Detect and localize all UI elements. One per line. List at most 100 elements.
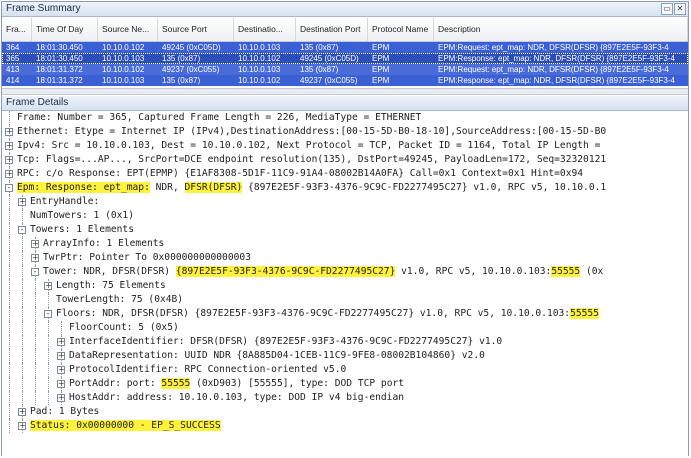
tree-node[interactable]: - Towers: 1 Elements	[2, 223, 688, 237]
collapse-icon[interactable]: -	[5, 184, 13, 192]
tree-node-label: Floors: NDR, DFSR(DFSR) {897E2E5F-93F3-4…	[56, 307, 599, 321]
highlighted-text: Status: 0x00000000 - EP_S_SUCCESS	[30, 420, 221, 431]
expand-icon[interactable]: +	[5, 170, 13, 178]
tree-guide-line	[22, 209, 23, 223]
tree-guide-line	[9, 405, 10, 419]
pane-splitter[interactable]	[2, 88, 688, 95]
tree-guide-line	[48, 363, 49, 377]
table-cell: 414	[6, 76, 20, 85]
tree-node[interactable]: + Ethernet: Etype = Internet IP (IPv4),De…	[2, 125, 688, 139]
tree-node[interactable]: + Tcp: Flags=...AP..., SrcPort=DCE endpoi…	[2, 153, 688, 167]
table-cell: 18:01:31.372	[36, 76, 83, 85]
expand-icon[interactable]: +	[57, 338, 65, 346]
tree-node-text: HostAddr: address: 10.10.0.103, type: DO…	[69, 392, 405, 403]
restore-icon[interactable]: ▭	[661, 3, 673, 15]
expand-icon[interactable]: +	[57, 352, 65, 360]
column-header[interactable]: Description	[434, 18, 688, 41]
table-cell: 413	[6, 65, 20, 74]
tree-guide-line	[22, 335, 23, 349]
tree-guide-line	[9, 265, 10, 279]
tree-guide-line	[9, 195, 10, 209]
tree-node-label: TowerLength: 75 (0x4B)	[56, 293, 183, 307]
tree-node-label: Tcp: Flags=...AP..., SrcPort=DCE endpoin…	[17, 153, 606, 167]
tree-node[interactable]: + ProtocolIdentifier: RPC Connection-orie…	[2, 363, 688, 377]
summary-pane-header: Frame Summary ▭ ✕	[2, 2, 688, 17]
column-header[interactable]: Protocol Name	[368, 18, 434, 41]
tree-node[interactable]: + Ipv4: Src = 10.10.0.103, Dest = 10.10.0…	[2, 139, 688, 153]
column-header[interactable]: Destination Port	[296, 18, 368, 41]
expand-icon[interactable]: +	[57, 366, 65, 374]
tree-guide-line	[9, 363, 10, 377]
expand-icon[interactable]: +	[5, 142, 13, 150]
tree-node[interactable]: - Tower: NDR, DFSR(DFSR) {897E2E5F-93F3-4…	[2, 265, 688, 279]
table-cell: 10.10.0.102	[238, 76, 281, 85]
tree-guide-line	[22, 251, 23, 265]
table-row[interactable]: 364 18:01:30.450 10.10.0.102 49245 (0xC05D)…	[2, 42, 688, 53]
expand-icon[interactable]: +	[18, 422, 26, 430]
tree-node[interactable]: + PortAddr: port: 55555 (0xD903) [55555],…	[2, 377, 688, 391]
tree-node[interactable]: + HostAddr: address: 10.10.0.103, type: D…	[2, 391, 688, 405]
tree-node[interactable]: + EntryHandle:	[2, 195, 688, 209]
tree-node[interactable]: + Length: 75 Elements	[2, 279, 688, 293]
tree-node-label: RPC: c/o Response: EPT(EPMP) {E1AF8308-5…	[17, 167, 583, 181]
tree-guide-line	[22, 391, 23, 405]
table-cell: EPM	[372, 76, 390, 85]
table-row[interactable]: 414 18:01:31.372 10.10.0.103 135 (0x87) 10.1…	[2, 75, 688, 86]
column-header[interactable]: Destinatio...	[234, 18, 296, 41]
close-icon[interactable]: ✕	[674, 3, 686, 15]
tree-node[interactable]: + DataRepresentation: UUID NDR {8A885D04-…	[2, 349, 688, 363]
tree-guide-line	[9, 209, 10, 223]
tree-guide-line	[22, 349, 23, 363]
column-header[interactable]: Time Of Day	[32, 18, 98, 41]
tree-node[interactable]: + RPC: c/o Response: EPT(EPMP) {E1AF8308-…	[2, 167, 688, 181]
tree-node[interactable]: + InterfaceIdentifier: DFSR(DFSR) {897E2E…	[2, 335, 688, 349]
table-row[interactable]: 365 18:01:30.450 10.10.0.103 135 (0x87) 10.1…	[2, 53, 688, 64]
expand-icon[interactable]: +	[44, 282, 52, 290]
table-cell: EPM:Response: ept_map: NDR, DFSR(DFSR) {…	[438, 76, 675, 85]
table-cell: 135 (0x87)	[162, 76, 201, 85]
table-cell: 10.10.0.103	[238, 43, 281, 52]
column-header[interactable]: Source Ne...	[98, 18, 158, 41]
tree-node[interactable]: FloorCount: 5 (0x5)	[2, 321, 688, 335]
highlighted-text: 55555	[161, 378, 191, 389]
expand-icon[interactable]: +	[31, 254, 39, 262]
tree-node[interactable]: + TwrPtr: Pointer To 0x000000000000003	[2, 251, 688, 265]
expand-icon[interactable]: +	[5, 128, 13, 136]
tree-guide-line	[9, 377, 10, 391]
collapse-icon[interactable]: -	[31, 268, 39, 276]
tree-node[interactable]: - Epm: Response: ept_map: NDR, DFSR(DFSR)…	[2, 181, 688, 195]
tree-node[interactable]: + Pad: 1 Bytes	[2, 405, 688, 419]
tree-node[interactable]: TowerLength: 75 (0x4B)	[2, 293, 688, 307]
tree-node-text: Ipv4: Src = 10.10.0.103, Dest = 10.10.0.…	[17, 140, 601, 151]
collapse-icon[interactable]: -	[44, 310, 52, 318]
expand-icon[interactable]: +	[5, 156, 13, 164]
tree-node[interactable]: + ArrayInfo: 1 Elements	[2, 237, 688, 251]
expand-icon[interactable]: +	[57, 394, 65, 402]
expand-icon[interactable]: +	[18, 408, 26, 416]
collapse-icon[interactable]: -	[18, 226, 26, 234]
tree-node-label: Length: 75 Elements	[56, 279, 166, 293]
table-cell: EPM	[372, 54, 390, 63]
tree-guide-line	[9, 279, 10, 293]
expand-icon[interactable]: +	[18, 198, 26, 206]
expand-icon[interactable]: +	[31, 240, 39, 248]
tree-node[interactable]: + Status: 0x00000000 - EP_S_SUCCESS	[2, 419, 688, 433]
tree-guide-line	[35, 363, 36, 377]
tree-node-text: Length: 75 Elements	[56, 280, 166, 291]
column-header[interactable]: Source Port	[158, 18, 234, 41]
tree-guide-line	[48, 377, 49, 391]
table-header: Fra... Time Of Day Source Ne... Source Port…	[2, 18, 688, 42]
tree-guide-line	[22, 279, 23, 293]
tree-node[interactable]: NumTowers: 1 (0x1)	[2, 209, 688, 223]
expand-icon[interactable]: +	[57, 380, 65, 388]
highlighted-text: {897E2E5F-93F3-4376-9C9C-FD2277495C27}	[175, 266, 396, 277]
tree-node-text: Tcp: Flags=...AP..., SrcPort=DCE endpoin…	[17, 154, 607, 165]
tree-node-text: TwrPtr: Pointer To 0x000000000000003	[43, 252, 251, 263]
tree-node[interactable]: Frame: Number = 365, Captured Frame Leng…	[2, 111, 688, 125]
table-row[interactable]: 413 18:01:31.372 10.10.0.102 49237 (0xC055)…	[2, 64, 688, 75]
tree-guide-line	[9, 335, 10, 349]
tree-node-text: ArrayInfo: 1 Elements	[43, 238, 165, 249]
tree-node-text: NumTowers: 1 (0x1)	[30, 210, 134, 221]
tree-node[interactable]: - Floors: NDR, DFSR(DFSR) {897E2E5F-93F3-…	[2, 307, 688, 321]
column-header[interactable]: Fra...	[2, 18, 32, 41]
